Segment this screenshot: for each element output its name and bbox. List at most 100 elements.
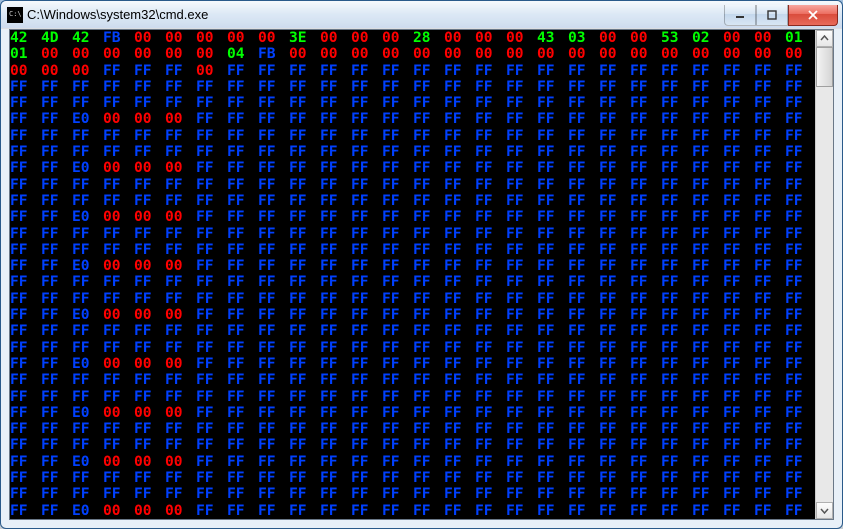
hex-byte: FF (692, 79, 718, 95)
close-button[interactable] (788, 5, 838, 26)
scroll-up-button[interactable] (816, 30, 833, 47)
hex-byte: FF (785, 372, 811, 388)
vertical-scrollbar[interactable] (815, 30, 833, 519)
hex-byte: FF (785, 291, 811, 307)
hex-byte: FF (320, 160, 346, 176)
hex-byte: FF (475, 242, 501, 258)
scroll-track[interactable] (816, 47, 833, 502)
hex-byte: FF (475, 356, 501, 372)
hex-byte: FF (103, 144, 129, 160)
hex-byte: FF (41, 177, 67, 193)
hex-byte: 00 (134, 160, 160, 176)
hex-byte: E0 (72, 209, 98, 225)
maximize-button[interactable] (756, 5, 788, 26)
hex-byte: FF (599, 372, 625, 388)
hex-byte: FF (692, 503, 718, 519)
hex-byte: FF (661, 177, 687, 193)
hex-byte: FF (537, 372, 563, 388)
hex-byte: 03 (568, 30, 594, 46)
hex-byte: FF (537, 389, 563, 405)
hex-byte: FF (382, 226, 408, 242)
hex-byte: FF (227, 160, 253, 176)
hex-byte: FF (537, 503, 563, 519)
hex-byte: FF (537, 242, 563, 258)
hex-byte: FF (723, 372, 749, 388)
hex-byte: FF (599, 63, 625, 79)
hex-byte: FF (661, 209, 687, 225)
hex-byte: FF (723, 323, 749, 339)
hex-byte: FF (41, 209, 67, 225)
hex-byte: FF (10, 226, 36, 242)
hex-byte: FF (41, 79, 67, 95)
hex-byte: 00 (103, 405, 129, 421)
hex-byte: FF (258, 209, 284, 225)
hex-byte: FF (320, 177, 346, 193)
hex-byte: FF (506, 323, 532, 339)
hex-byte: FF (785, 307, 811, 323)
hex-byte: FF (10, 356, 36, 372)
hex-byte: FF (413, 340, 439, 356)
hex-byte: FF (103, 128, 129, 144)
hex-byte: FF (258, 128, 284, 144)
hex-byte: FF (599, 128, 625, 144)
hex-byte: FF (692, 177, 718, 193)
hex-byte: FF (258, 63, 284, 79)
hex-row: FFFFFFFFFFFFFFFFFFFFFFFFFFFFFFFFFFFFFFFF… (10, 193, 813, 209)
hex-byte: FF (630, 274, 656, 290)
hex-byte: FF (630, 503, 656, 519)
hex-byte: FF (103, 95, 129, 111)
scroll-down-button[interactable] (816, 502, 833, 519)
hex-byte: FF (41, 111, 67, 127)
hex-byte: FF (444, 79, 470, 95)
hex-byte: FF (599, 291, 625, 307)
hex-byte: FF (134, 128, 160, 144)
titlebar[interactable]: C:\ C:\Windows\system32\cmd.exe (1, 1, 842, 29)
hex-byte: FF (258, 242, 284, 258)
hex-byte: FF (630, 307, 656, 323)
hex-byte: FF (289, 79, 315, 95)
hex-byte: FF (723, 470, 749, 486)
hex-byte: FF (475, 209, 501, 225)
hex-row: FFFFE0000000FFFFFFFFFFFFFFFFFFFFFFFFFFFF… (10, 454, 813, 470)
hex-byte: FF (661, 421, 687, 437)
hex-byte: FF (506, 63, 532, 79)
hex-byte: FF (10, 274, 36, 290)
hex-byte: 00 (351, 30, 377, 46)
hex-byte: FF (661, 503, 687, 519)
hex-byte: FF (692, 95, 718, 111)
hex-byte: FF (630, 454, 656, 470)
hex-byte: FF (630, 226, 656, 242)
hex-row: FFFFFFFFFFFFFFFFFFFFFFFFFFFFFFFFFFFFFFFF… (10, 226, 813, 242)
hex-byte: FF (630, 486, 656, 502)
hex-byte: FF (10, 291, 36, 307)
hex-byte: 00 (320, 30, 346, 46)
hex-byte: FF (320, 144, 346, 160)
hex-byte: 00 (785, 46, 811, 62)
hex-byte: FF (599, 242, 625, 258)
hex-byte: FF (165, 323, 191, 339)
hex-byte: 00 (196, 30, 222, 46)
hex-byte: FF (227, 177, 253, 193)
hex-byte: FF (289, 372, 315, 388)
hex-byte: FF (630, 177, 656, 193)
hex-row: FFFFFFFFFFFFFFFFFFFFFFFFFFFFFFFFFFFFFFFF… (10, 291, 813, 307)
hex-byte: FF (568, 274, 594, 290)
hex-byte: FF (320, 389, 346, 405)
hex-byte: 00 (537, 46, 563, 62)
minimize-button[interactable] (724, 5, 756, 26)
hex-byte: FF (475, 307, 501, 323)
hex-byte: FF (289, 405, 315, 421)
hex-byte: FF (10, 258, 36, 274)
hex-byte: FF (692, 323, 718, 339)
hex-byte: FF (72, 372, 98, 388)
hex-byte: FF (444, 372, 470, 388)
hex-byte: FF (568, 79, 594, 95)
hex-byte: FF (723, 79, 749, 95)
hex-byte: FF (72, 470, 98, 486)
hex-byte: FF (289, 389, 315, 405)
scroll-thumb[interactable] (816, 47, 833, 87)
hex-byte: FF (41, 144, 67, 160)
hex-byte: FF (754, 389, 780, 405)
console-output[interactable]: 424D42FB00000000003E00000028000000430300… (10, 30, 815, 519)
hex-byte: FF (506, 79, 532, 95)
